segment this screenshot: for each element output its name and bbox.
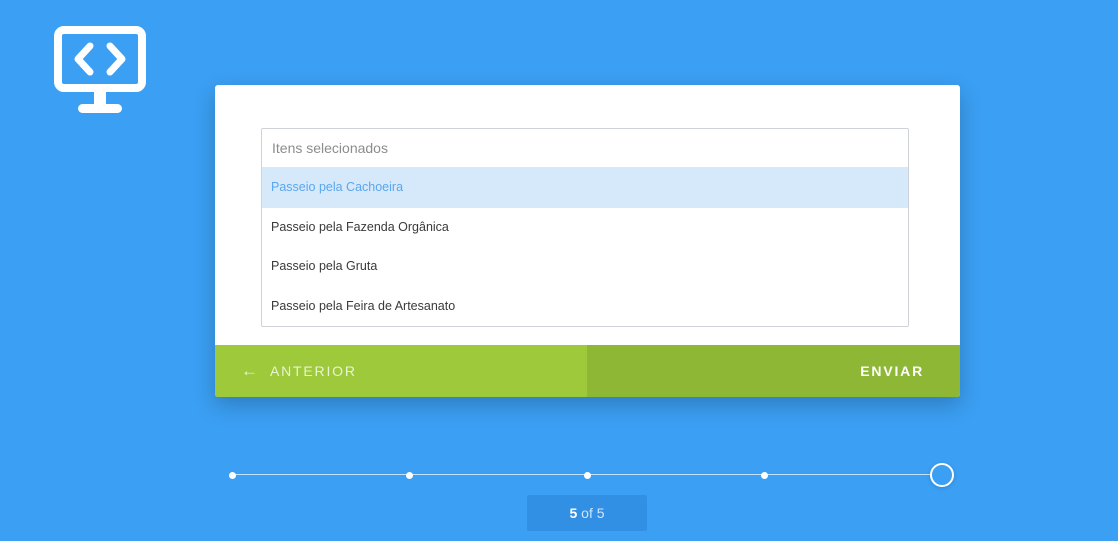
step-dot-2[interactable]: [406, 471, 413, 479]
step-dot-4[interactable]: [761, 471, 768, 479]
arrow-left-icon: ←: [241, 361, 258, 380]
send-button-label: ENVIAR: [860, 363, 924, 379]
step-counter: 5 of 5: [527, 495, 647, 531]
option-cachoeira[interactable]: Passeio pela Cachoeira: [262, 168, 908, 208]
step-dot-1[interactable]: [228, 471, 236, 479]
selected-items-list[interactable]: Itens selecionados Passeio pela Cachoeir…: [261, 128, 909, 327]
form-card: Itens selecionados Passeio pela Cachoeir…: [215, 85, 960, 397]
step-dot-current[interactable]: [929, 463, 954, 487]
send-button[interactable]: ENVIAR: [587, 345, 960, 397]
option-feira-artesanato[interactable]: Passeio pela Feira de Artesanato: [262, 287, 908, 327]
option-fazenda-organica[interactable]: Passeio pela Fazenda Orgânica: [262, 208, 908, 248]
form-footer: ← ANTERIOR ENVIAR: [215, 345, 960, 397]
step-dot-3[interactable]: [583, 471, 591, 479]
code-monitor-icon: [54, 26, 146, 118]
step-counter-total: of 5: [581, 505, 605, 521]
step-counter-current: 5: [569, 505, 578, 521]
option-gruta[interactable]: Passeio pela Gruta: [262, 247, 908, 287]
selected-items-header: Itens selecionados: [262, 129, 908, 168]
previous-button-label: ANTERIOR: [270, 363, 357, 379]
previous-button[interactable]: ← ANTERIOR: [215, 345, 587, 397]
